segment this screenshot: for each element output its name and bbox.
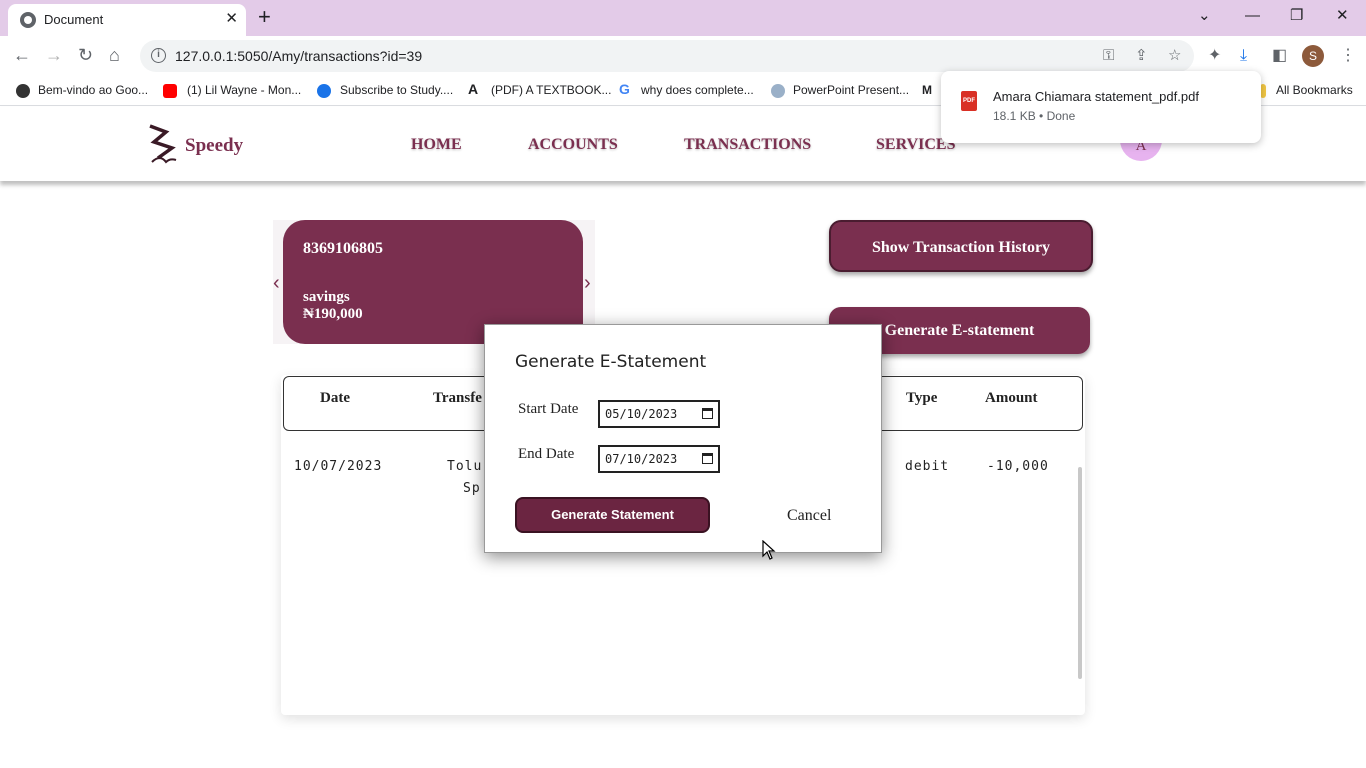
download-bubble[interactable]: PDF Amara Chiamara statement_pdf.pdf 18.… <box>941 71 1261 143</box>
account-number: 8369106805 <box>303 240 383 257</box>
calendar-icon[interactable] <box>702 453 713 464</box>
mouse-cursor-icon <box>762 540 776 560</box>
account-type: savings <box>303 289 350 305</box>
bookmark-item[interactable]: Subscribe to Study.... <box>340 83 453 97</box>
column-header-date: Date <box>320 390 350 406</box>
share-icon[interactable]: ⇪ <box>1135 47 1148 65</box>
minimize-icon[interactable]: — <box>1245 6 1260 26</box>
tab-title: Document <box>44 12 104 27</box>
profile-avatar[interactable]: S <box>1302 45 1324 67</box>
reload-icon[interactable]: ↻ <box>78 44 93 66</box>
new-tab-icon[interactable]: + <box>258 6 271 28</box>
play-icon <box>317 84 331 98</box>
logo-icon <box>149 124 177 164</box>
globe-icon <box>16 84 30 98</box>
browser-toolbar: ← → ↻ ⌂ i 127.0.0.1:5050/Amy/transaction… <box>0 36 1366 76</box>
column-header-transfer: Transfe <box>433 390 482 406</box>
nav-accounts[interactable]: ACCOUNTS <box>528 136 618 154</box>
calendar-icon[interactable] <box>702 408 713 419</box>
youtube-icon <box>163 84 177 98</box>
download-filename[interactable]: Amara Chiamara statement_pdf.pdf <box>993 89 1199 104</box>
bookmark-item[interactable]: Bem-vindo ao Goo... <box>38 83 148 97</box>
back-icon[interactable]: ← <box>13 44 31 66</box>
side-panel-icon[interactable]: ◧ <box>1272 46 1287 66</box>
chevron-left-icon[interactable]: ‹ <box>273 272 280 294</box>
show-transaction-history-button[interactable]: Show Transaction History <box>829 220 1093 272</box>
end-date-label: End Date <box>518 446 575 462</box>
restore-icon[interactable]: ❐ <box>1290 6 1303 26</box>
menu-icon[interactable]: ⋮ <box>1340 46 1356 66</box>
academia-icon: A <box>468 81 479 97</box>
browser-tab-bar: Document ✕ + ⌄ — ❐ ✕ <box>0 0 1366 36</box>
bookmark-item[interactable]: (1) Lil Wayne - Mon... <box>187 83 301 97</box>
bookmark-item[interactable]: (PDF) A TEXTBOOK... <box>491 83 611 97</box>
table-scrollbar[interactable] <box>1078 467 1082 679</box>
chevron-right-icon[interactable]: › <box>584 272 591 294</box>
window-close-icon[interactable]: ✕ <box>1336 6 1349 26</box>
all-bookmarks[interactable]: All Bookmarks <box>1276 83 1353 97</box>
star-icon[interactable]: ☆ <box>1168 47 1181 65</box>
globe-icon <box>771 84 785 98</box>
column-header-amount: Amount <box>985 390 1038 406</box>
address-bar[interactable]: i 127.0.0.1:5050/Amy/transactions?id=39 … <box>140 40 1194 72</box>
extensions-icon[interactable]: ✦ <box>1208 46 1221 66</box>
tab-search-icon[interactable]: ⌄ <box>1198 6 1211 26</box>
start-date-input[interactable]: 05/10/2023 <box>598 400 720 428</box>
close-icon[interactable]: ✕ <box>225 10 238 28</box>
bookmark-favicon-icon[interactable]: M <box>922 83 932 97</box>
table-cell-desc: Sp <box>463 481 481 496</box>
column-header-type: Type <box>906 390 938 406</box>
table-cell-desc: Tolu <box>447 459 483 474</box>
nav-transactions[interactable]: TRANSACTIONS <box>684 136 811 154</box>
forward-icon[interactable]: → <box>45 44 63 66</box>
download-status: 18.1 KB • Done <box>993 109 1076 123</box>
download-icon[interactable]: ⤓ <box>1240 46 1247 66</box>
cancel-button[interactable]: Cancel <box>787 507 831 525</box>
table-cell-date: 10/07/2023 <box>294 459 383 474</box>
globe-icon <box>20 12 36 28</box>
account-balance: ₦190,000 <box>303 306 363 322</box>
browser-tab[interactable]: Document ✕ <box>8 4 246 36</box>
url-text[interactable]: 127.0.0.1:5050/Amy/transactions?id=39 <box>175 48 422 64</box>
table-cell-type: debit <box>905 459 950 474</box>
bookmark-item[interactable]: PowerPoint Present... <box>793 83 909 97</box>
nav-home[interactable]: HOME <box>411 136 462 154</box>
modal-title: Generate E-Statement <box>515 352 707 372</box>
info-icon[interactable]: i <box>151 48 166 63</box>
start-date-value: 05/10/2023 <box>605 407 678 421</box>
brand-name[interactable]: Speedy <box>185 135 243 157</box>
google-icon: G <box>619 81 630 97</box>
generate-estatement-modal: Generate E-Statement Start Date 05/10/20… <box>484 324 882 553</box>
home-icon[interactable]: ⌂ <box>109 44 120 66</box>
generate-statement-button[interactable]: Generate Statement <box>515 497 710 533</box>
start-date-label: Start Date <box>518 401 579 417</box>
pdf-file-icon: PDF <box>961 91 977 111</box>
table-cell-amount: -10,000 <box>987 459 1049 474</box>
end-date-value: 07/10/2023 <box>605 452 678 466</box>
end-date-input[interactable]: 07/10/2023 <box>598 445 720 473</box>
bookmark-item[interactable]: why does complete... <box>641 83 754 97</box>
key-icon[interactable]: ⚿ <box>1103 47 1114 65</box>
